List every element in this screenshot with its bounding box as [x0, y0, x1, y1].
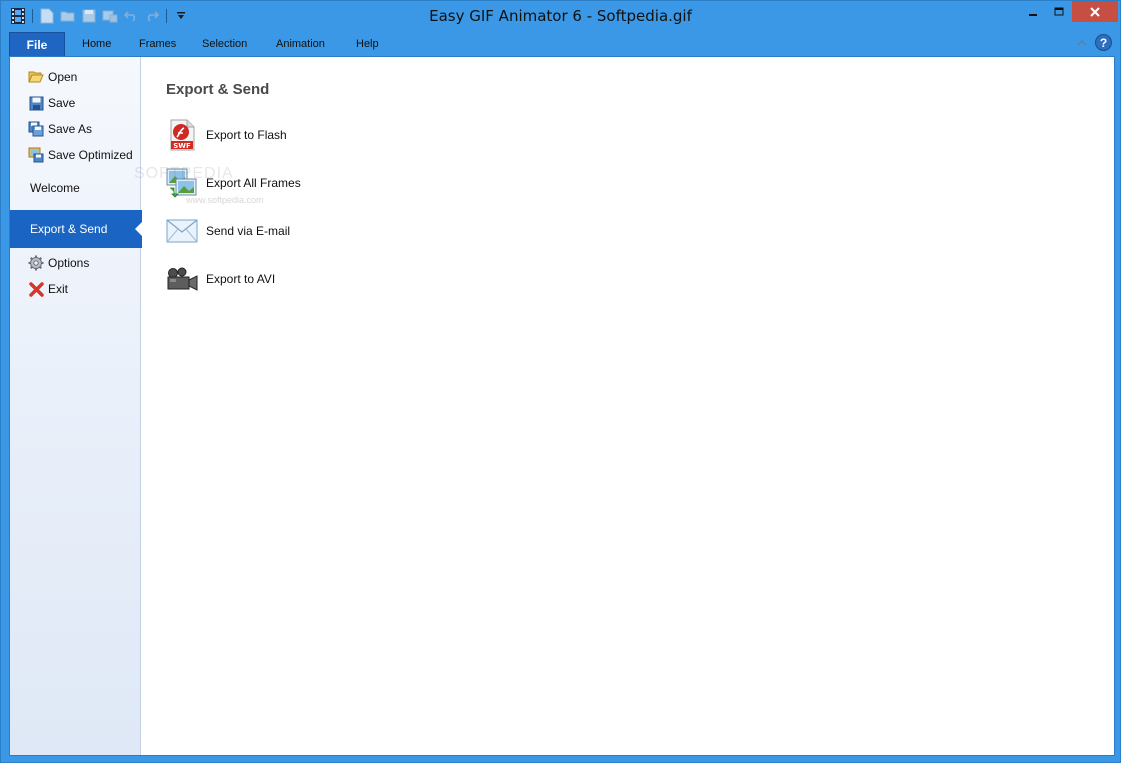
red-x-icon [28, 281, 44, 297]
backstage-sidebar: Open Save Save As Save Optimized Welcome… [10, 57, 143, 755]
tab-frames[interactable]: Frames [139, 38, 176, 50]
sidebar-item-label: Export & Send [30, 222, 108, 236]
page-title: Export & Send [166, 81, 270, 98]
sidebar-item-export-send[interactable]: Export & Send [10, 210, 143, 248]
sidebar-item-options[interactable]: Options [10, 252, 141, 274]
window-title: Easy GIF Animator 6 - Softpedia.gif [429, 7, 692, 25]
sidebar-item-exit[interactable]: Exit [10, 278, 141, 300]
export-to-avi-button[interactable]: Export to AVI [166, 262, 386, 296]
sidebar-item-label: Options [48, 256, 90, 270]
action-label: Send via E-mail [206, 224, 291, 238]
backstage-view: Open Save Save As Save Optimized Welcome… [9, 56, 1115, 756]
sidebar-item-save[interactable]: Save [10, 92, 141, 114]
collapse-ribbon-icon[interactable] [1077, 36, 1087, 50]
app-window: Easy GIF Animator 6 - Softpedia.gif File… [0, 0, 1121, 763]
envelope-icon [166, 215, 198, 247]
minimize-button[interactable] [1019, 1, 1046, 22]
active-indicator [135, 221, 143, 237]
watermark: SOFTPEDIA [134, 165, 234, 182]
sidebar-item-open[interactable]: Open [10, 66, 141, 88]
sidebar-item-label: Welcome [30, 181, 80, 195]
gear-icon [28, 255, 44, 271]
save-as-icon [28, 121, 44, 137]
ribbon-tabs: File Home Frames Selection Animation Hel… [9, 32, 1114, 56]
tab-selection[interactable]: Selection [202, 38, 247, 50]
sidebar-item-label: Exit [48, 282, 69, 296]
close-icon [1090, 6, 1100, 17]
video-camera-icon [166, 263, 198, 295]
action-label: Export to Flash [206, 128, 287, 142]
maximize-icon [1054, 7, 1064, 15]
action-label: Export to AVI [206, 272, 276, 286]
tab-file[interactable]: File [9, 32, 65, 56]
save-optimized-icon [28, 147, 44, 163]
minimize-icon [1028, 13, 1037, 16]
sidebar-item-label: Save As [48, 122, 93, 136]
floppy-icon [28, 95, 44, 111]
sidebar-item-label: Save Optimized [48, 148, 133, 162]
sidebar-item-save-optimized[interactable]: Save Optimized [10, 144, 141, 166]
watermark-url: www.softpedia.com [186, 195, 264, 205]
close-button[interactable] [1072, 1, 1118, 22]
export-to-flash-button[interactable]: SWF Export to Flash [166, 118, 386, 152]
sidebar-item-label: Save [48, 96, 76, 110]
send-via-email-button[interactable]: Send via E-mail [166, 214, 386, 248]
svg-text:SWF: SWF [173, 142, 191, 150]
window-controls [1019, 1, 1118, 22]
tab-help[interactable]: Help [356, 38, 379, 50]
help-button[interactable]: ? [1095, 34, 1112, 51]
ribbon-right-controls: ? [1077, 34, 1112, 51]
sidebar-item-welcome[interactable]: Welcome [10, 177, 141, 199]
tab-home[interactable]: Home [82, 38, 111, 50]
folder-open-icon [28, 69, 44, 85]
tab-animation[interactable]: Animation [276, 38, 325, 50]
title-bar: Easy GIF Animator 6 - Softpedia.gif [1, 1, 1120, 31]
sidebar-item-save-as[interactable]: Save As [10, 118, 141, 140]
sidebar-item-label: Open [48, 70, 78, 84]
swf-file-icon: SWF [166, 119, 198, 151]
maximize-button[interactable] [1046, 1, 1072, 22]
